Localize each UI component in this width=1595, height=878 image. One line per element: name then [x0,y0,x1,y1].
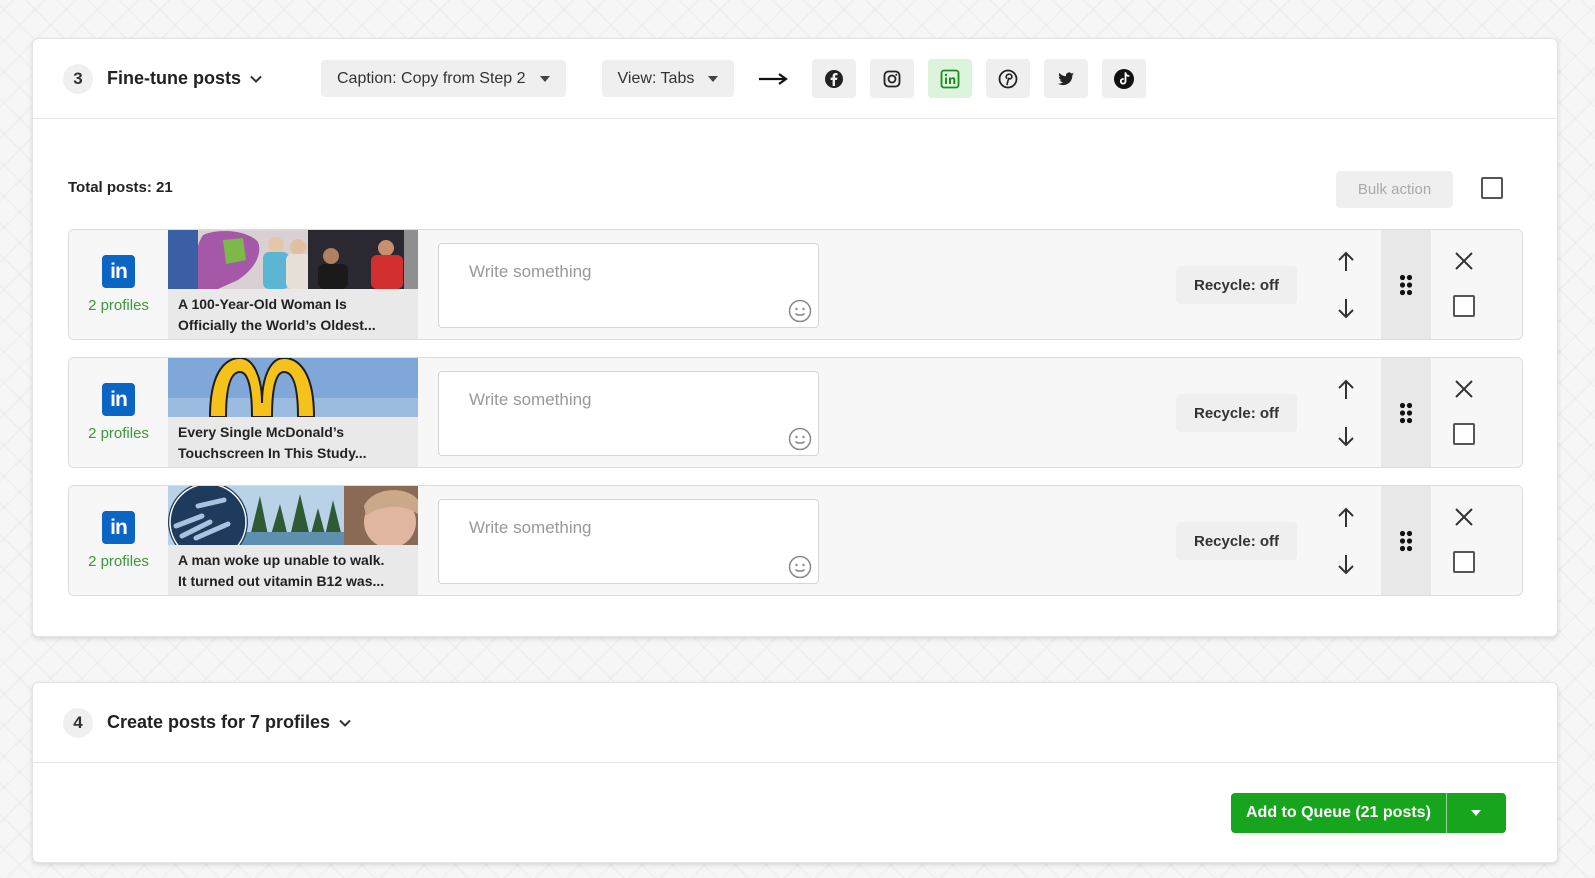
twitter-icon [1058,71,1075,85]
chevron-down-icon [250,75,262,83]
post-row: in 2 profiles A 100-Year-Old Woman Is Of… [68,229,1523,340]
post-thumbnail [168,486,418,545]
chevron-down-icon [339,719,351,727]
emoji-icon[interactable] [788,427,812,451]
view-dropdown[interactable]: View: Tabs [601,60,735,97]
close-icon[interactable] [1453,378,1475,400]
bulk-action-button[interactable]: Bulk action [1336,171,1453,208]
step4-title: Create posts for 7 profiles [107,712,331,732]
arrow-right-icon [759,72,789,85]
post-title: A man woke up unable to walk. It turned … [168,545,418,592]
network-tab-linkedin[interactable] [928,59,973,98]
add-to-queue-group: Add to Queue (21 posts) [1231,793,1506,833]
drag-handle-icon [1399,530,1413,551]
post-text-input[interactable]: Write something [438,499,819,584]
add-to-queue-button[interactable]: Add to Queue (21 posts) [1231,793,1446,833]
post-row: in 2 profiles Every Single McDonald’s To… [68,357,1523,468]
step3-header: 3 Fine-tune posts Caption: Copy from Ste… [33,39,1557,119]
drag-handle-icon [1399,274,1413,295]
move-down-icon[interactable] [1334,552,1358,576]
recycle-toggle[interactable]: Recycle: off [1176,266,1297,304]
caret-down-icon [539,75,550,82]
post-row: in 2 profiles A man woke up unable to wa… [68,485,1523,596]
emoji-icon[interactable] [788,299,812,323]
network-tab-twitter[interactable] [1044,59,1089,98]
network-tab-instagram[interactable] [870,59,915,98]
post-select-checkbox[interactable] [1453,295,1475,317]
post-title-line: A man woke up unable to walk. [178,552,385,568]
total-posts: Total posts: 21 [68,179,173,196]
post-thumbnail [168,230,418,289]
step4-title-toggle[interactable]: Create posts for 7 profiles [107,712,352,733]
caption-dropdown[interactable]: Caption: Copy from Step 2 [321,60,566,97]
post-text-placeholder: Write something [469,262,592,281]
post-network[interactable]: in 2 profiles [69,358,168,467]
tiktok-icon [1114,68,1135,89]
step3-title-toggle[interactable]: Fine-tune posts [107,68,263,89]
queue-options-dropdown[interactable] [1445,793,1506,833]
close-icon[interactable] [1453,506,1475,528]
profiles-count: 2 profiles [88,553,149,570]
network-tab-tiktok[interactable] [1102,59,1147,98]
post-preview: A man woke up unable to walk. It turned … [168,486,418,595]
post-title-line: A 100-Year-Old Woman Is [178,296,347,312]
move-up-icon[interactable] [1334,250,1358,274]
instagram-icon [883,70,901,87]
post-title-line: Touchscreen In This Study... [178,445,367,461]
view-dropdown-label: View: Tabs [617,69,695,87]
linkedin-icon [940,69,960,88]
post-select-checkbox[interactable] [1453,551,1475,573]
linkedin-icon: in [102,255,135,288]
close-icon[interactable] [1453,250,1475,272]
post-title-line: Officially the World’s Oldest... [178,317,376,333]
fine-tune-posts-card: 3 Fine-tune posts Caption: Copy from Ste… [32,38,1558,637]
post-text-input[interactable]: Write something [438,371,819,456]
caret-down-icon [708,75,719,82]
post-preview: Every Single McDonald’s Touchscreen In T… [168,358,418,467]
post-preview: A 100-Year-Old Woman Is Officially the W… [168,230,418,339]
step3-title: Fine-tune posts [107,68,241,88]
move-up-icon[interactable] [1334,506,1358,530]
drag-handle[interactable] [1381,230,1431,339]
network-tabs [812,59,1147,98]
linkedin-icon: in [102,383,135,416]
recycle-toggle[interactable]: Recycle: off [1176,522,1297,560]
network-tab-pinterest[interactable] [986,59,1031,98]
caption-dropdown-label: Caption: Copy from Step 2 [337,69,526,87]
caret-down-icon [1471,810,1482,816]
profiles-count: 2 profiles [88,297,149,314]
post-title: A 100-Year-Old Woman Is Officially the W… [168,289,418,336]
select-all-checkbox[interactable] [1481,177,1503,199]
step3-number: 3 [63,63,93,94]
profiles-count: 2 profiles [88,425,149,442]
move-up-icon[interactable] [1334,378,1358,402]
step4-header: 4 Create posts for 7 profiles [33,683,1557,763]
post-thumbnail [168,358,418,417]
linkedin-icon: in [102,511,135,544]
post-text-input[interactable]: Write something [438,243,819,328]
recycle-toggle[interactable]: Recycle: off [1176,394,1297,432]
post-title-line: Every Single McDonald’s [178,424,344,440]
pinterest-icon [998,69,1018,88]
facebook-icon [825,69,844,88]
create-posts-card: 4 Create posts for 7 profiles Add to Que… [32,682,1558,863]
drag-handle[interactable] [1381,486,1431,595]
post-title-line: It turned out vitamin B12 was... [178,573,385,589]
network-tab-facebook[interactable] [812,59,857,98]
post-text-placeholder: Write something [469,390,592,409]
post-title: Every Single McDonald’s Touchscreen In T… [168,417,418,464]
move-down-icon[interactable] [1334,296,1358,320]
post-network[interactable]: in 2 profiles [69,486,168,595]
emoji-icon[interactable] [788,555,812,579]
post-network[interactable]: in 2 profiles [69,230,168,339]
drag-handle[interactable] [1381,358,1431,467]
step4-number: 4 [63,707,93,738]
post-select-checkbox[interactable] [1453,423,1475,445]
post-text-placeholder: Write something [469,518,592,537]
drag-handle-icon [1399,402,1413,423]
move-down-icon[interactable] [1334,424,1358,448]
